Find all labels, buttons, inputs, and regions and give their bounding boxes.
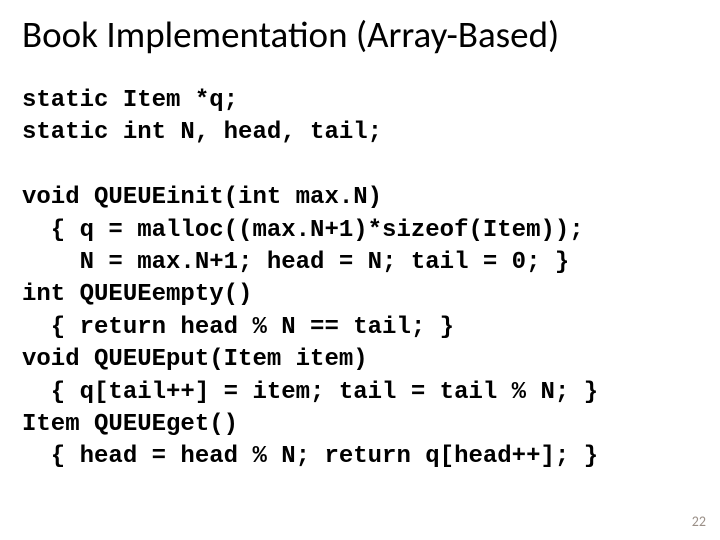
code-block: static Item *q; static int N, head, tail… xyxy=(22,85,698,474)
page-number: 22 xyxy=(692,513,706,530)
slide-title: Book Implementation (Array-Based) xyxy=(22,12,698,57)
slide: Book Implementation (Array-Based) static… xyxy=(0,0,720,540)
